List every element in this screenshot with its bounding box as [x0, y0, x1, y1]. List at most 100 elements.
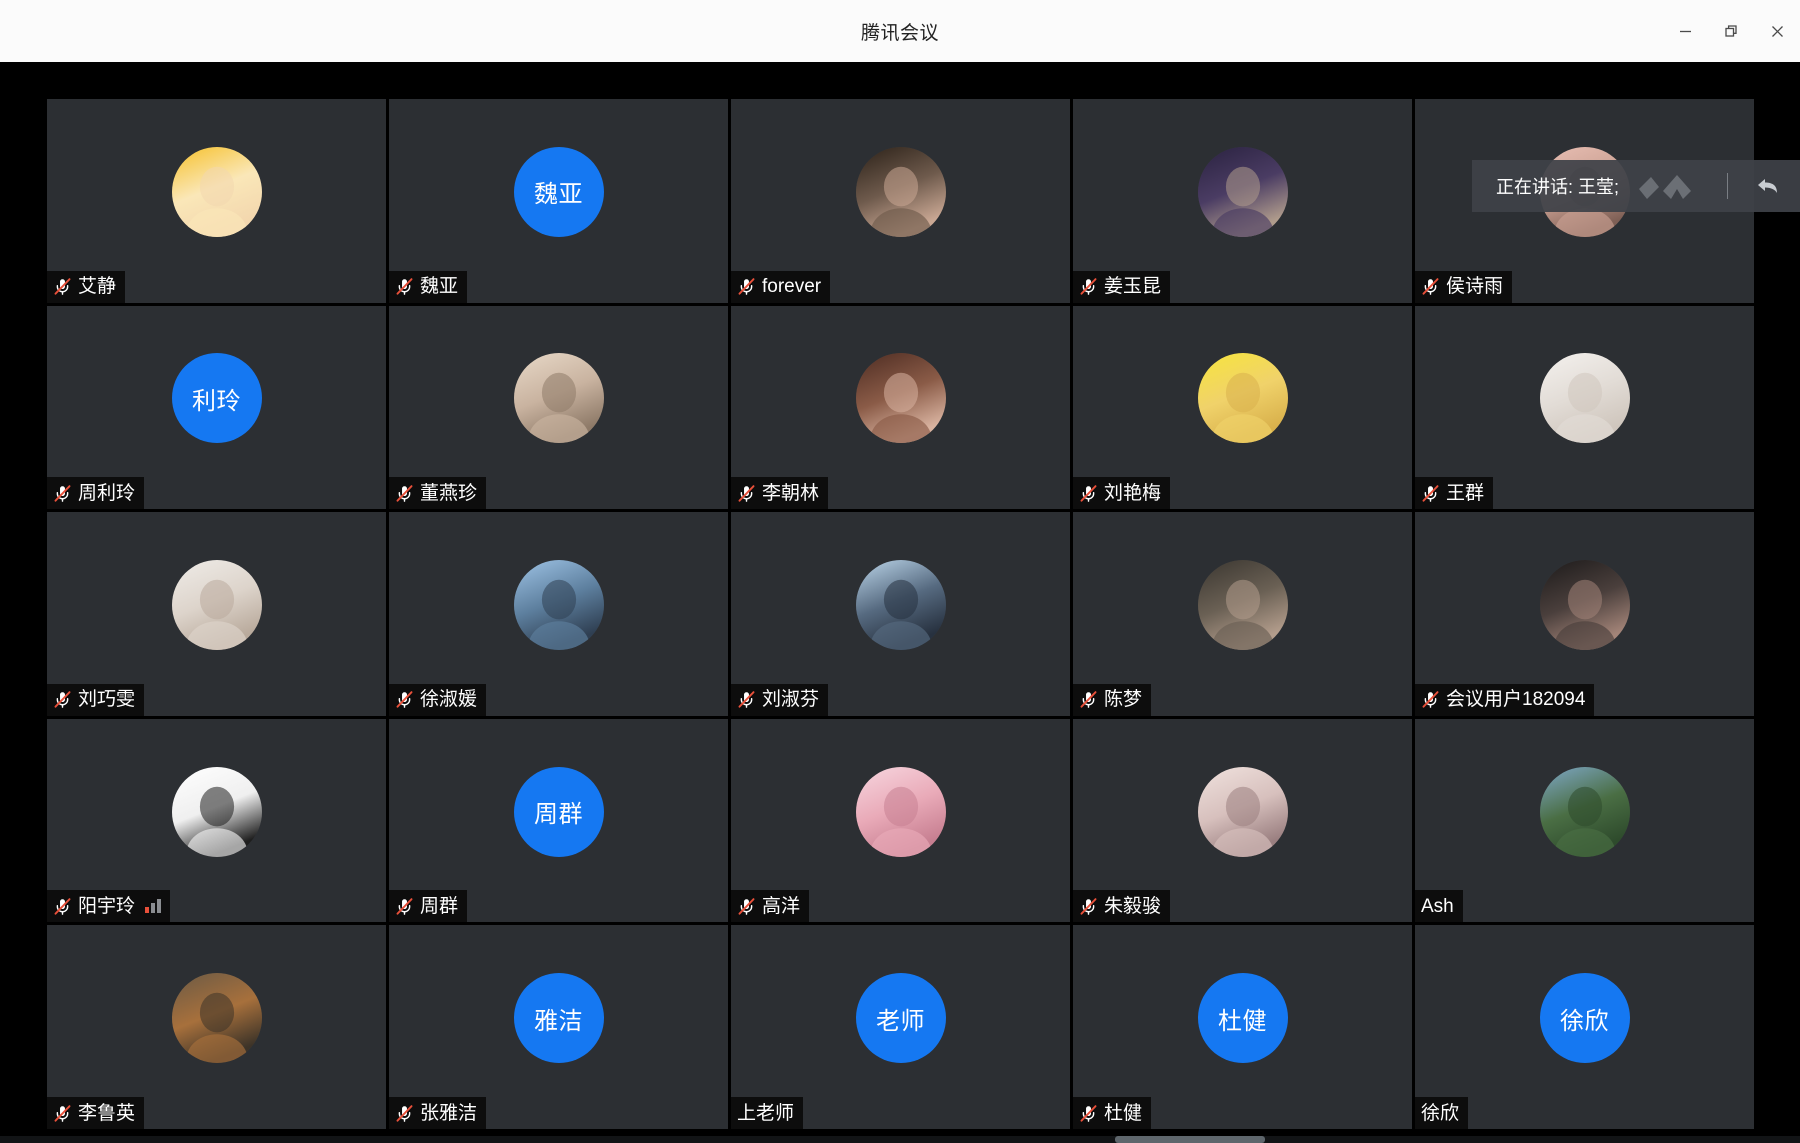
participant-nameplate: 阳宇玲 — [47, 890, 171, 923]
avatar-photo — [171, 146, 262, 237]
avatar-wrap: 周群 — [389, 766, 728, 857]
mic-muted-icon — [737, 277, 756, 296]
participant-tile[interactable]: 陈梦 — [1073, 512, 1412, 716]
mic-muted-icon — [53, 277, 72, 296]
mic-muted-icon — [737, 484, 756, 503]
participant-tile[interactable]: 姜玉昆 — [1073, 99, 1412, 303]
participant-tile[interactable]: 刘艳梅 — [1073, 305, 1412, 510]
participant-nameplate: 陈梦 — [1073, 683, 1152, 716]
scrollbar-thumb[interactable] — [1115, 1136, 1265, 1143]
avatar-initials: 周群 — [534, 801, 583, 829]
avatar-wrap — [47, 559, 386, 650]
avatar-wrap — [1073, 146, 1412, 237]
avatar-initials: 徐欣 — [1560, 1007, 1609, 1035]
avatar: 周群 — [513, 766, 604, 857]
avatar: 雅洁 — [513, 973, 604, 1064]
participant-name: 朱毅骏 — [1104, 895, 1162, 917]
close-button[interactable] — [1754, 0, 1800, 62]
avatar-photo — [1197, 766, 1288, 857]
participant-name: 会议用户182094 — [1446, 689, 1586, 711]
avatar-initials: 利玲 — [192, 387, 241, 415]
participant-name: 李朝林 — [762, 482, 820, 504]
avatar-wrap — [731, 146, 1070, 237]
avatar: 老师 — [855, 973, 946, 1064]
mic-muted-icon — [395, 690, 414, 709]
close-icon — [1770, 24, 1785, 39]
avatar-wrap: 老师 — [731, 973, 1070, 1064]
avatar-photo — [1197, 353, 1288, 444]
participant-nameplate: 周利玲 — [47, 477, 145, 510]
participant-tile[interactable]: 阳宇玲 — [47, 718, 386, 923]
participant-name: 王群 — [1446, 482, 1485, 504]
participant-nameplate: 上老师 — [731, 1097, 804, 1129]
participant-nameplate: Ash — [1415, 890, 1463, 923]
participant-tile[interactable]: 周群 周群 — [389, 718, 728, 923]
avatar-wrap — [1073, 353, 1412, 444]
participant-tile[interactable]: 艾静 — [47, 99, 386, 303]
participant-tile[interactable]: 老师上老师 — [731, 925, 1070, 1129]
participant-nameplate: 王群 — [1415, 477, 1494, 510]
minimize-button[interactable] — [1662, 0, 1708, 62]
avatar-wrap — [1415, 353, 1754, 444]
participant-tile[interactable]: 会议用户182094 — [1415, 512, 1754, 716]
window-controls — [1662, 0, 1800, 62]
avatar-photo — [855, 559, 946, 650]
mic-muted-icon — [1079, 897, 1098, 916]
avatar-wrap — [1073, 559, 1412, 650]
avatar-photo — [1197, 146, 1288, 237]
mic-muted-icon — [53, 484, 72, 503]
participant-nameplate: 朱毅骏 — [1073, 890, 1171, 923]
participant-tile[interactable]: 高洋 — [731, 718, 1070, 923]
participant-nameplate: 会议用户182094 — [1415, 683, 1595, 716]
restore-button[interactable] — [1708, 0, 1754, 62]
avatar-photo — [855, 146, 946, 237]
participant-tile[interactable]: 利玲周利玲 — [47, 305, 386, 510]
avatar: 利玲 — [171, 353, 262, 444]
avatar: 杜健 — [1197, 973, 1288, 1064]
participant-tile[interactable]: Ash — [1415, 718, 1754, 923]
participant-tile[interactable]: 魏亚 魏亚 — [389, 99, 728, 303]
participant-name: 张雅洁 — [420, 1102, 478, 1124]
mic-muted-icon — [1079, 1104, 1098, 1123]
avatar-photo — [1197, 559, 1288, 650]
participant-name: 李鲁英 — [78, 1102, 136, 1124]
participant-tile[interactable]: 李朝林 — [731, 305, 1070, 510]
window-title: 腾讯会议 — [860, 22, 939, 44]
back-arrow-icon[interactable] — [1748, 174, 1790, 198]
mic-muted-icon — [737, 897, 756, 916]
participant-tile[interactable]: 徐淑媛 — [389, 512, 728, 716]
participant-tile[interactable]: 徐欣 徐欣 — [1415, 925, 1754, 1129]
restore-icon — [1724, 24, 1739, 39]
avatar-wrap: 雅洁 — [389, 973, 728, 1064]
avatar-wrap — [1073, 766, 1412, 857]
participant-tile[interactable]: 杜健 杜健 — [1073, 925, 1412, 1129]
participant-nameplate: 艾静 — [47, 270, 126, 303]
avatar-initials: 雅洁 — [534, 1007, 583, 1035]
participant-name: 杜健 — [1104, 1102, 1143, 1124]
mic-muted-icon — [395, 484, 414, 503]
participant-tile[interactable]: 刘巧雯 — [47, 512, 386, 716]
avatar-photo — [171, 766, 262, 857]
participant-tile[interactable]: 雅洁张雅洁 — [389, 925, 728, 1129]
participant-nameplate: 高洋 — [731, 890, 810, 923]
participant-name: 高洋 — [762, 895, 801, 917]
participant-nameplate: 杜健 — [1073, 1097, 1152, 1129]
horizontal-scrollbar[interactable] — [0, 1136, 1800, 1143]
toast-divider — [1727, 173, 1728, 199]
participant-nameplate: 侯诗雨 — [1415, 270, 1513, 303]
avatar: 徐欣 — [1539, 973, 1630, 1064]
participant-tile[interactable]: 董燕珍 — [389, 305, 728, 510]
mic-muted-icon — [53, 690, 72, 709]
participant-tile[interactable]: 王群 — [1415, 305, 1754, 510]
participant-name: 徐欣 — [1421, 1102, 1460, 1124]
avatar-initials: 魏亚 — [534, 181, 583, 209]
participant-tile[interactable]: 朱毅骏 — [1073, 718, 1412, 923]
avatar-wrap: 徐欣 — [1415, 973, 1754, 1064]
participant-name: Ash — [1421, 895, 1454, 917]
participant-name: 上老师 — [737, 1102, 795, 1124]
participant-tile[interactable]: forever — [731, 99, 1070, 303]
participant-tile[interactable]: 刘淑芬 — [731, 512, 1070, 716]
participant-nameplate: 李鲁英 — [47, 1097, 145, 1129]
participant-tile[interactable]: 李鲁英 — [47, 925, 386, 1129]
minimize-icon — [1678, 24, 1693, 39]
